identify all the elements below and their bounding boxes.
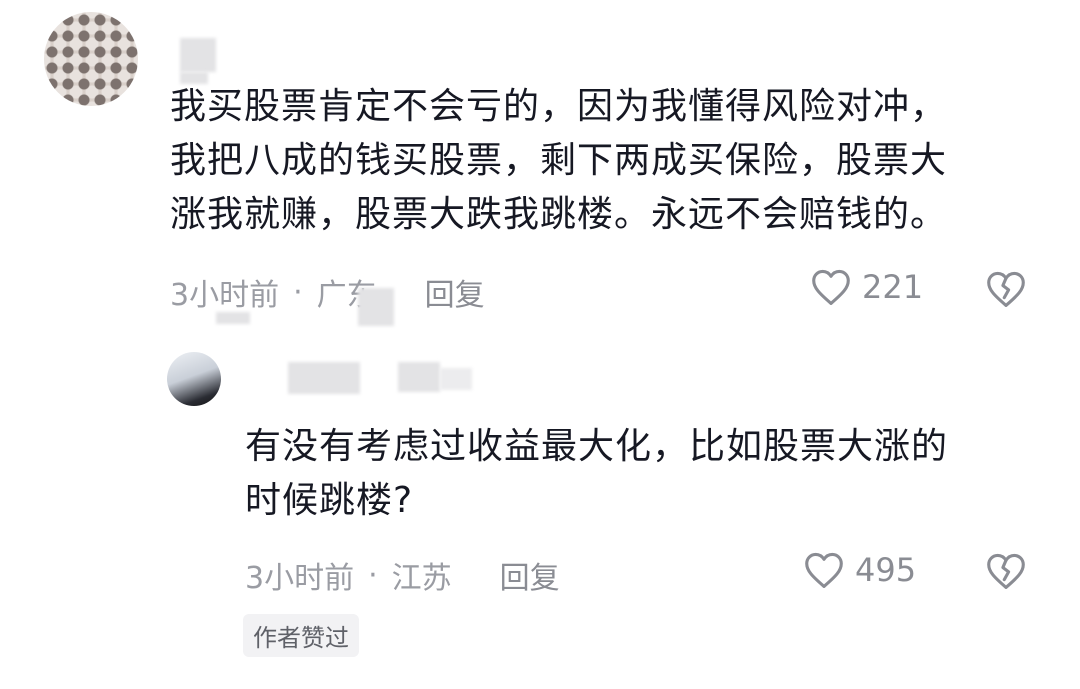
commenter-avatar[interactable]: [44, 12, 138, 106]
reply-text: 有没有考虑过收益最大化，比如股票大涨的 时候跳楼?: [245, 426, 949, 521]
meta-separator: ·: [293, 274, 303, 310]
dislike-button[interactable]: [985, 552, 1027, 594]
like-button[interactable]: 221: [810, 268, 923, 306]
heart-outline-icon: [805, 552, 843, 588]
reply-time: 3小时前: [245, 561, 355, 596]
redaction-overlay: [358, 288, 394, 326]
like-count: 221: [862, 268, 924, 306]
like-button[interactable]: 495: [803, 551, 916, 589]
comment-time: 3小时前: [170, 278, 280, 313]
username-redacted: [440, 368, 472, 390]
author-liked-badge: 作者赞过: [243, 614, 359, 657]
username-redacted: [398, 362, 440, 392]
reply-button[interactable]: 回复: [500, 553, 560, 597]
username-redacted: [180, 38, 216, 72]
reply-location: 江苏: [391, 561, 452, 596]
comment-text: 我买股票肯定不会亏的，因为我懂得风险对冲， 我把八成的钱买股票，剩下两成买保险，…: [170, 86, 948, 235]
broken-heart-icon: [987, 271, 1025, 307]
redaction-overlay: [216, 312, 250, 324]
dislike-button[interactable]: [985, 270, 1027, 312]
meta-separator: ·: [368, 557, 378, 593]
replier-avatar[interactable]: [167, 352, 221, 406]
reply-button[interactable]: 回复: [425, 270, 485, 314]
like-count: 495: [855, 551, 917, 589]
username-redacted: [288, 362, 360, 394]
broken-heart-icon: [987, 553, 1025, 589]
reply-meta: 3小时前 · 江苏 回复: [245, 553, 560, 597]
heart-outline-icon: [812, 269, 850, 305]
comment-meta: 3小时前 · 广东 回复: [170, 270, 485, 314]
